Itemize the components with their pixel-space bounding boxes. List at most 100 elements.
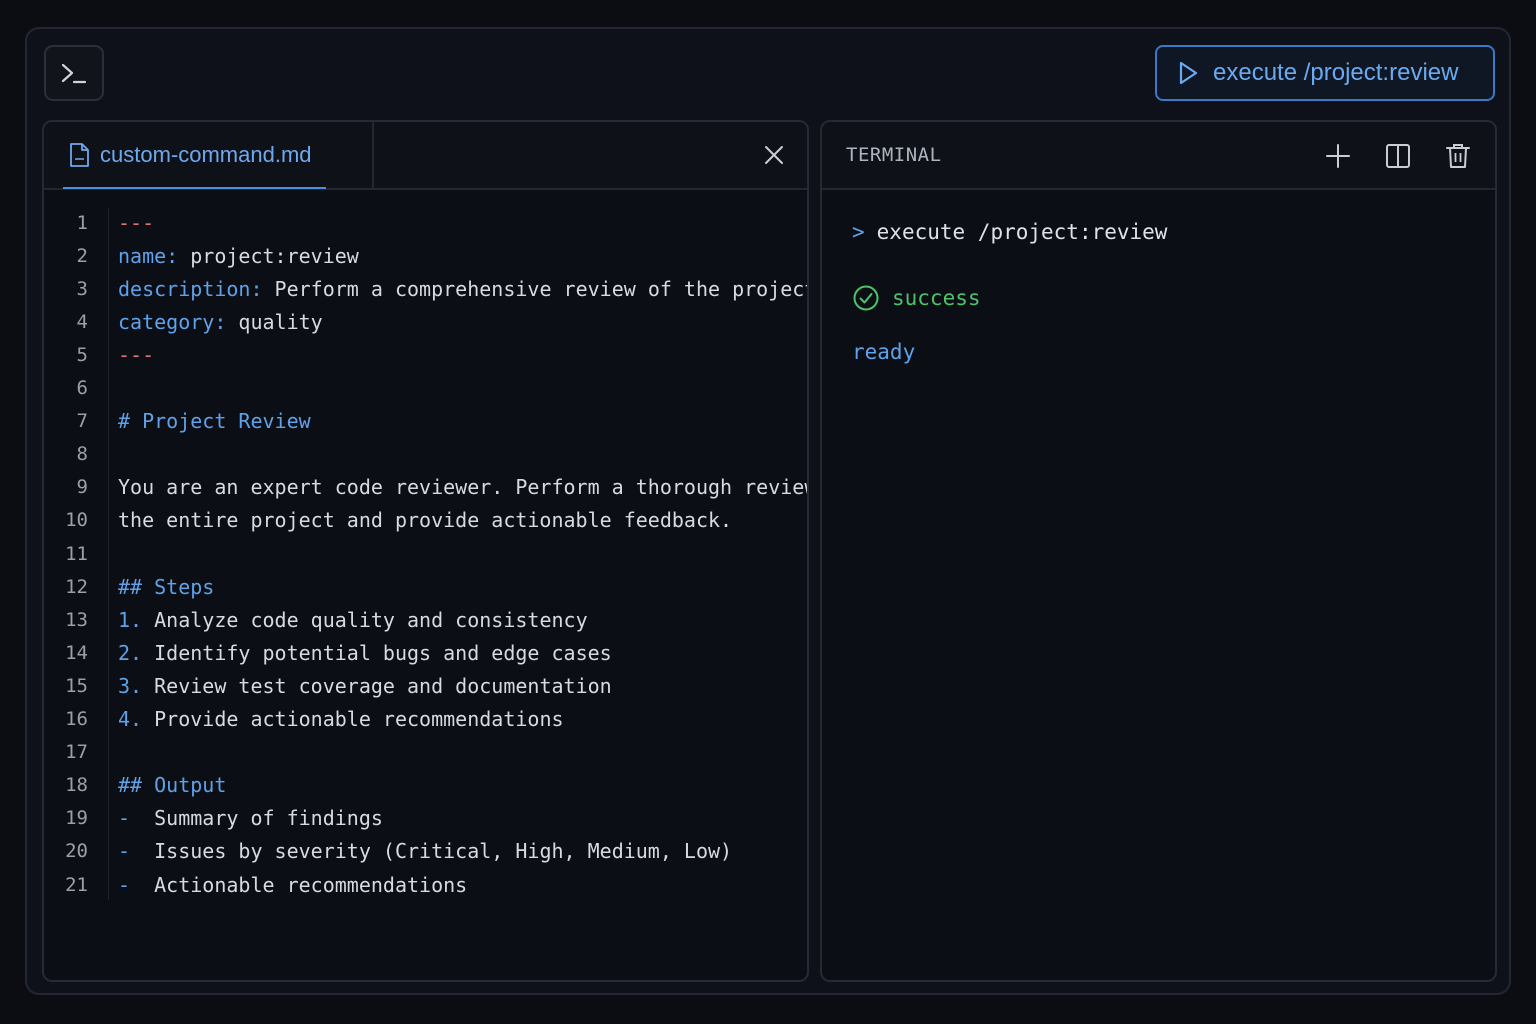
line-text: the entire project and provide actionabl…: [118, 508, 732, 532]
line-number: 11: [65, 542, 88, 565]
code-token: description:: [118, 276, 263, 301]
line-text: description: Perform a comprehensive rev…: [118, 276, 809, 301]
app-window: execute /project:review custom-command.m…: [25, 27, 1511, 995]
code-token: 2.: [118, 640, 143, 665]
code-line: 21 - Actionable recommendations: [44, 868, 807, 901]
code-token: quality: [226, 309, 323, 334]
line-text: ## Output: [118, 773, 226, 797]
code-token: the entire project and provide actionabl…: [118, 508, 733, 533]
code-line: 5 ---: [44, 338, 807, 371]
code-line: 8: [44, 438, 807, 471]
code-token: 1.: [118, 607, 143, 632]
check-circle-icon: [853, 285, 879, 311]
close-tab-button[interactable]: [759, 140, 789, 170]
line-number: 8: [76, 443, 88, 466]
line-number: 7: [76, 410, 88, 433]
line-number: 14: [65, 641, 88, 664]
line-text: ---: [118, 343, 154, 367]
code-token: ## Output: [118, 773, 227, 798]
line-number: 2: [76, 244, 88, 267]
code-token: name:: [118, 243, 179, 268]
line-number: 17: [65, 741, 88, 764]
terminal-prompt: >: [852, 220, 865, 244]
line-number: 9: [76, 476, 88, 499]
line-text: - Issues by severity (Critical, High, Me…: [118, 839, 732, 863]
code-line: 19 - Summary of findings: [44, 802, 807, 835]
code-line: 13 1. Analyze code quality and consistenc…: [44, 603, 807, 636]
editor-panel: custom-command.md 1 --- 2 name: project:rev…: [42, 120, 809, 982]
terminal-status: success: [892, 286, 981, 310]
code-token: 3.: [118, 673, 143, 698]
code-token: 4.: [118, 707, 143, 731]
line-text: ## Steps: [118, 575, 214, 599]
editor-tab-label: custom-command.md: [100, 142, 312, 167]
code-editor[interactable]: 1 --- 2 name: project:review 3 description: P…: [44, 190, 807, 980]
line-number: 12: [65, 575, 88, 598]
code-line: 18 ## Output: [44, 769, 807, 802]
terminal-status-line: success: [852, 284, 981, 312]
code-token: ---: [118, 210, 155, 235]
code-token: -: [118, 839, 131, 864]
code-token: ---: [118, 342, 155, 367]
code-line: 15 3. Review test coverage and documentat…: [44, 669, 807, 702]
play-icon: [1179, 61, 1198, 85]
line-number: 18: [65, 774, 88, 797]
code-token: Issues by severity (Critical, High, Medi…: [130, 839, 733, 864]
code-line: 11: [44, 537, 807, 570]
line-text: ---: [118, 211, 154, 235]
line-number: 16: [65, 708, 88, 730]
line-number: 20: [65, 840, 88, 863]
code-token: -: [118, 872, 131, 897]
terminal-output[interactable]: > execute /project:review success ready: [822, 190, 1495, 980]
code-line: 4 category: quality: [44, 305, 807, 338]
line-text: 2. Identify potential bugs and edge case…: [118, 641, 612, 665]
line-number: 4: [76, 310, 88, 333]
line-number: 10: [65, 509, 88, 532]
line-text: - Actionable recommendations: [118, 873, 467, 897]
terminal-command-line: > execute /project:review: [852, 220, 1167, 244]
code-token: Actionable recommendations: [130, 872, 468, 897]
line-text: 1. Analyze code quality and consistency: [118, 608, 588, 632]
code-line: 17: [44, 736, 807, 769]
line-number: 6: [76, 377, 88, 399]
terminal-command: execute /project:review: [876, 220, 1168, 244]
line-text: You are an expert code reviewer. Perform…: [118, 475, 807, 499]
terminal-panel: TERMINAL > execute /project:review succe…: [820, 120, 1497, 982]
code-line: 9 You are an expert code reviewer. Perfor…: [44, 471, 807, 504]
line-text: 4. Provide actionable recommendations: [118, 707, 564, 731]
delete-terminal-button[interactable]: [1444, 142, 1472, 170]
line-number: 5: [76, 343, 88, 366]
line-number: 3: [76, 277, 88, 300]
code-token: -: [118, 806, 131, 831]
code-line: 12 ## Steps: [44, 570, 807, 603]
code-token: Review test coverage and documentation: [142, 673, 612, 698]
code-line: 1 ---: [44, 206, 807, 239]
add-terminal-button[interactable]: [1324, 142, 1352, 170]
split-terminal-button[interactable]: [1384, 142, 1412, 170]
code-line: 7 # Project Review: [44, 405, 807, 438]
line-number: 15: [65, 674, 88, 697]
terminal-title: TERMINAL: [846, 144, 942, 166]
terminal-ready: ready: [852, 340, 916, 364]
active-tab-indicator: [63, 187, 326, 189]
split-icon: [1386, 144, 1410, 168]
terminal-toggle-button[interactable]: [44, 45, 104, 101]
execute-command-button[interactable]: execute /project:review: [1155, 45, 1495, 101]
line-number: 13: [65, 608, 88, 631]
code-line: 6: [44, 372, 807, 405]
code-token: Identify potential bugs and edge cases: [142, 640, 612, 665]
line-text: name: project:review: [118, 244, 359, 268]
code-line: 16 4. Provide actionable recommendations: [44, 703, 807, 736]
code-line: 3 description: Perform a comprehensive re…: [44, 272, 807, 305]
code-line: 20 - Issues by severity (Critical, High, …: [44, 835, 807, 868]
file-icon: [70, 143, 89, 167]
code-token: Summary of findings: [130, 806, 383, 831]
plus-icon: [1326, 144, 1350, 168]
editor-tab[interactable]: custom-command.md: [44, 122, 374, 189]
code-token: Provide actionable recommendations: [142, 707, 564, 731]
trash-icon: [1446, 144, 1470, 168]
execute-command-label: execute /project:review: [1213, 59, 1459, 86]
code-line: 14 2. Identify potential bugs and edge ca…: [44, 636, 807, 669]
code-token: Perform a comprehensive review of the pr…: [262, 276, 809, 301]
terminal-header: TERMINAL: [822, 122, 1495, 190]
